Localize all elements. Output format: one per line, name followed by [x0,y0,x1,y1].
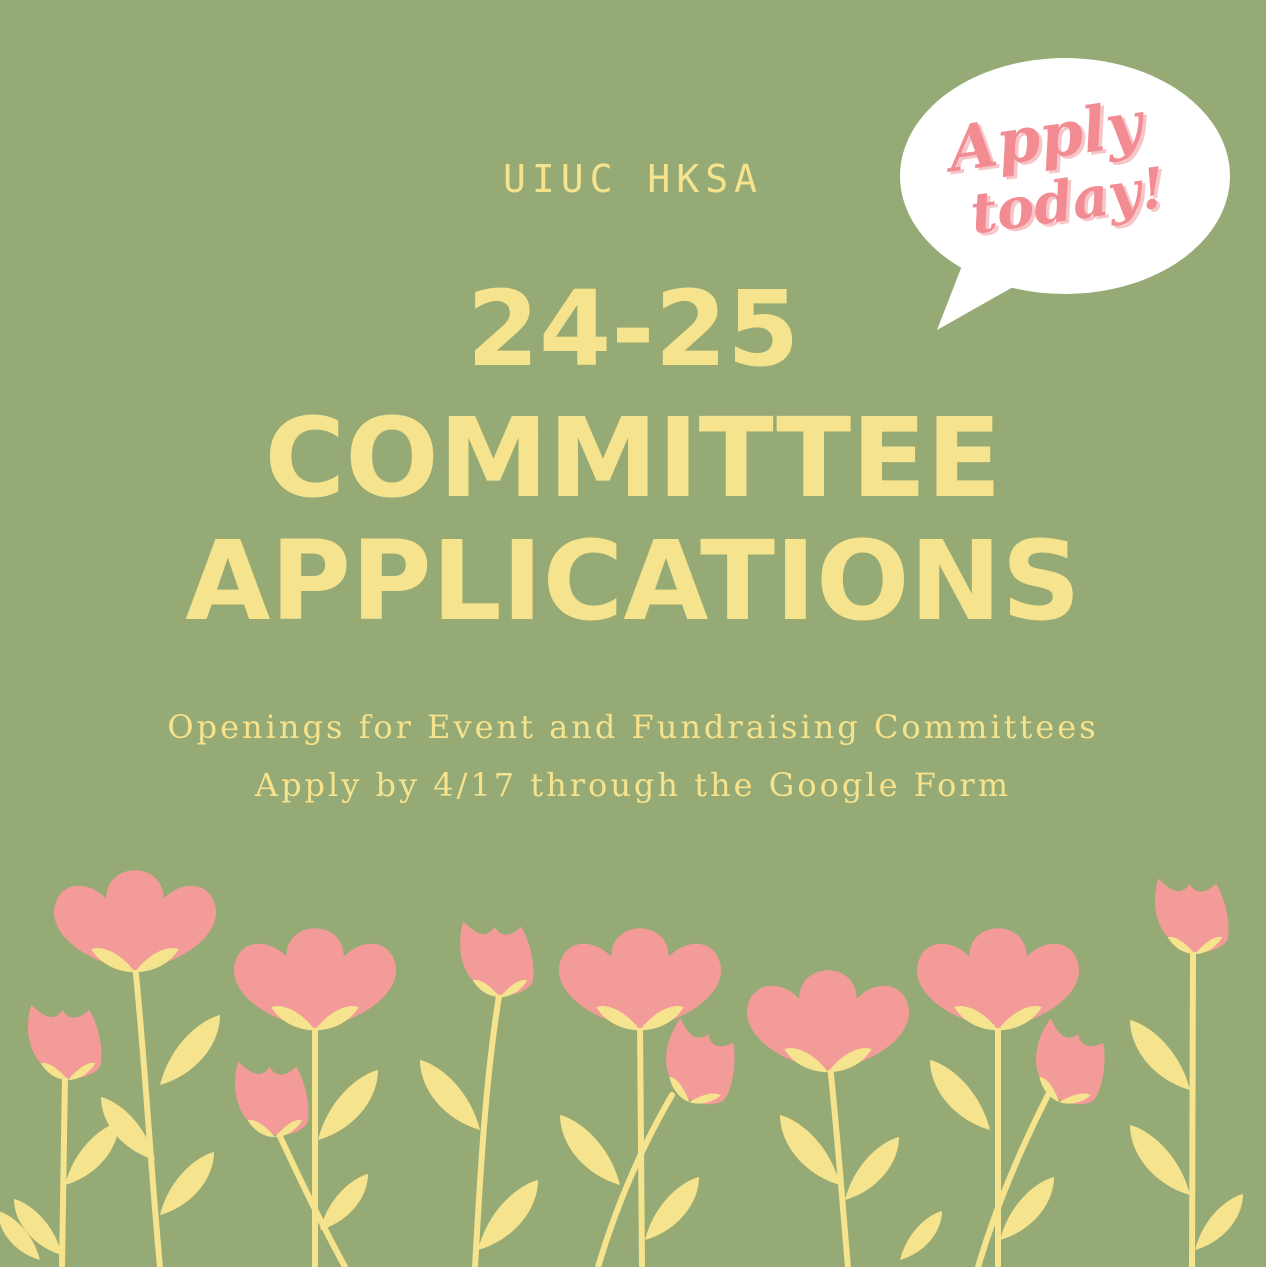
poster: UIUC HKSA 24-25 COMMITTEE APPLICATIONS O… [0,0,1266,1267]
flower-border-icon [0,870,1243,1267]
